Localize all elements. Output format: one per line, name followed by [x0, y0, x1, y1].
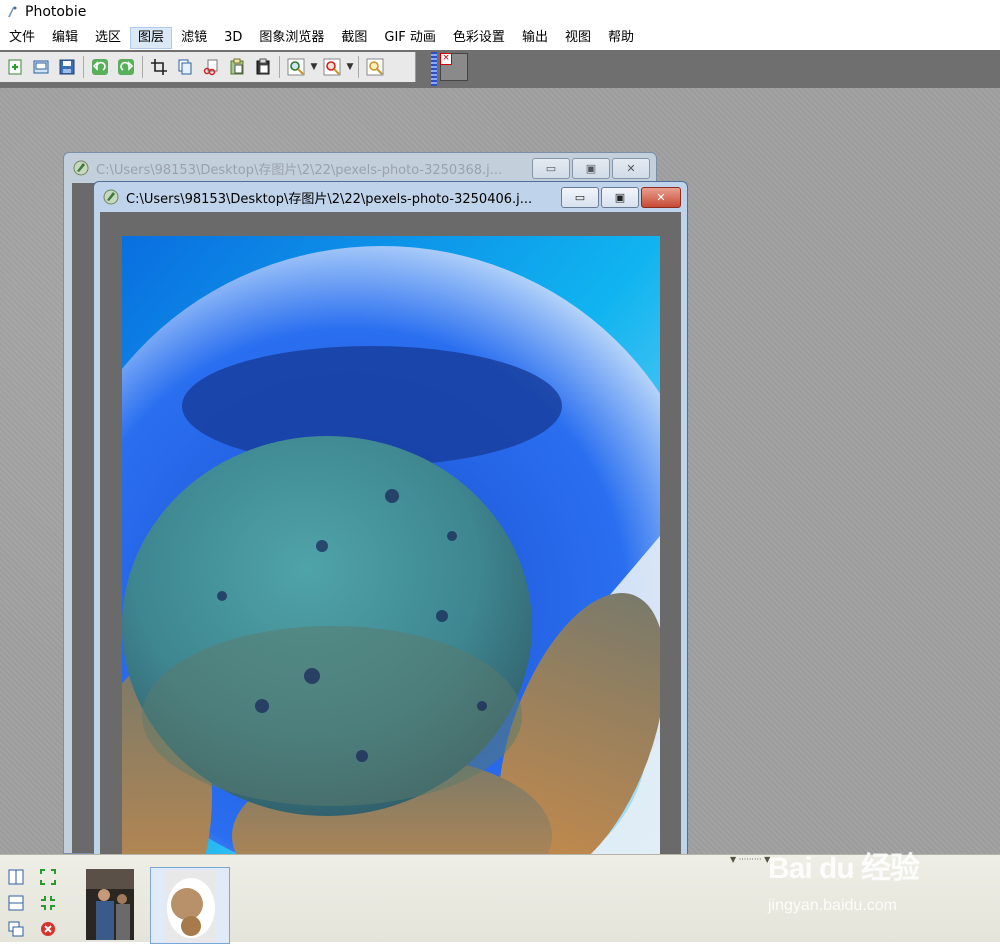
toolbar: ▼ ▼ ×: [0, 50, 1000, 90]
cascade-icon[interactable]: [6, 919, 26, 939]
mini-close-icon[interactable]: ×: [440, 53, 452, 65]
crop-icon[interactable]: [148, 56, 170, 78]
zoom-out-dropdown-icon[interactable]: ▼: [345, 56, 355, 78]
thumbnail-image-1[interactable]: [86, 869, 134, 940]
menu-item[interactable]: 3D: [216, 27, 250, 49]
redo-icon[interactable]: [115, 56, 137, 78]
menu-item[interactable]: 色彩设置: [445, 27, 513, 49]
fit-window-icon[interactable]: [38, 893, 58, 913]
paste-icon[interactable]: [226, 56, 248, 78]
document-icon: [103, 189, 119, 205]
cookie-photo[interactable]: [122, 236, 660, 863]
document-icon: [73, 160, 89, 176]
document-window-front[interactable]: C:\Users\98153\Desktop\存图片\2\22\pexels-p…: [93, 181, 688, 863]
tile-vertical-icon[interactable]: [6, 867, 26, 887]
app-titlebar: Photobie: [0, 0, 1000, 26]
toolbar-separator: [142, 56, 143, 78]
restore-button[interactable]: ▣: [601, 187, 639, 208]
zoom-out-icon[interactable]: [321, 56, 343, 78]
menu-item[interactable]: 滤镜: [173, 27, 215, 49]
app-title: Photobie: [25, 4, 87, 20]
thumbnail-image-2-selected[interactable]: [150, 867, 230, 944]
close-all-icon[interactable]: [38, 919, 58, 939]
document-canvas[interactable]: [100, 212, 681, 862]
save-icon[interactable]: [56, 56, 78, 78]
toolbar-separator: [83, 56, 84, 78]
menu-item[interactable]: 编辑: [44, 27, 86, 49]
open-icon[interactable]: [30, 56, 52, 78]
menubar: 文件 编辑 选区 图层 滤镜 3D 图象浏览器 截图 GIF 动画 色彩设置 输出 视图 帮助: [0, 26, 1000, 50]
menu-item[interactable]: GIF 动画: [376, 27, 444, 49]
new-icon[interactable]: [4, 56, 26, 78]
menu-item[interactable]: 图层: [130, 27, 173, 49]
window-controls: ▭ ▣ ✕: [532, 158, 650, 179]
restore-button[interactable]: ▣: [572, 158, 610, 179]
zoom-in-dropdown-icon[interactable]: ▼: [309, 56, 319, 78]
undo-icon[interactable]: [89, 56, 111, 78]
window-controls: ▭ ▣ ✕: [561, 187, 681, 208]
menu-item[interactable]: 图象浏览器: [251, 27, 332, 49]
close-button[interactable]: ✕: [612, 158, 650, 179]
workspace: C:\Users\98153\Desktop\存图片\2\22\pexels-p…: [0, 88, 1000, 863]
document-title: C:\Users\98153\Desktop\存图片\2\22\pexels-p…: [96, 162, 503, 178]
menu-item[interactable]: 输出: [514, 27, 556, 49]
close-button[interactable]: ✕: [641, 187, 681, 208]
menu-item[interactable]: 视图: [557, 27, 599, 49]
menu-item[interactable]: 截图: [333, 27, 375, 49]
thumbnail-panel: ▼ ········· ▼: [0, 854, 1000, 944]
document-title: C:\Users\98153\Desktop\存图片\2\22\pexels-p…: [126, 191, 533, 207]
fit-all-icon[interactable]: [38, 867, 58, 887]
paste-new-icon[interactable]: [252, 56, 274, 78]
toolbar-buttons: ▼ ▼: [0, 52, 416, 82]
photobie-app-icon: [8, 6, 17, 17]
toolbar-separator: [358, 56, 359, 78]
minimize-button[interactable]: ▭: [561, 187, 599, 208]
minimize-button[interactable]: ▭: [532, 158, 570, 179]
menu-item[interactable]: 选区: [87, 27, 129, 49]
toolbar-separator: [279, 56, 280, 78]
menu-item[interactable]: 文件: [1, 27, 43, 49]
panel-markers: ▼ ········· ▼: [730, 855, 771, 864]
zoom-in-icon[interactable]: [285, 56, 307, 78]
zoom-fit-icon[interactable]: [364, 56, 386, 78]
toolbar-grip[interactable]: [431, 52, 437, 86]
copy-icon[interactable]: [174, 56, 196, 78]
cut-icon[interactable]: [200, 56, 222, 78]
menu-item[interactable]: 帮助: [600, 27, 642, 49]
tile-horizontal-icon[interactable]: [6, 893, 26, 913]
